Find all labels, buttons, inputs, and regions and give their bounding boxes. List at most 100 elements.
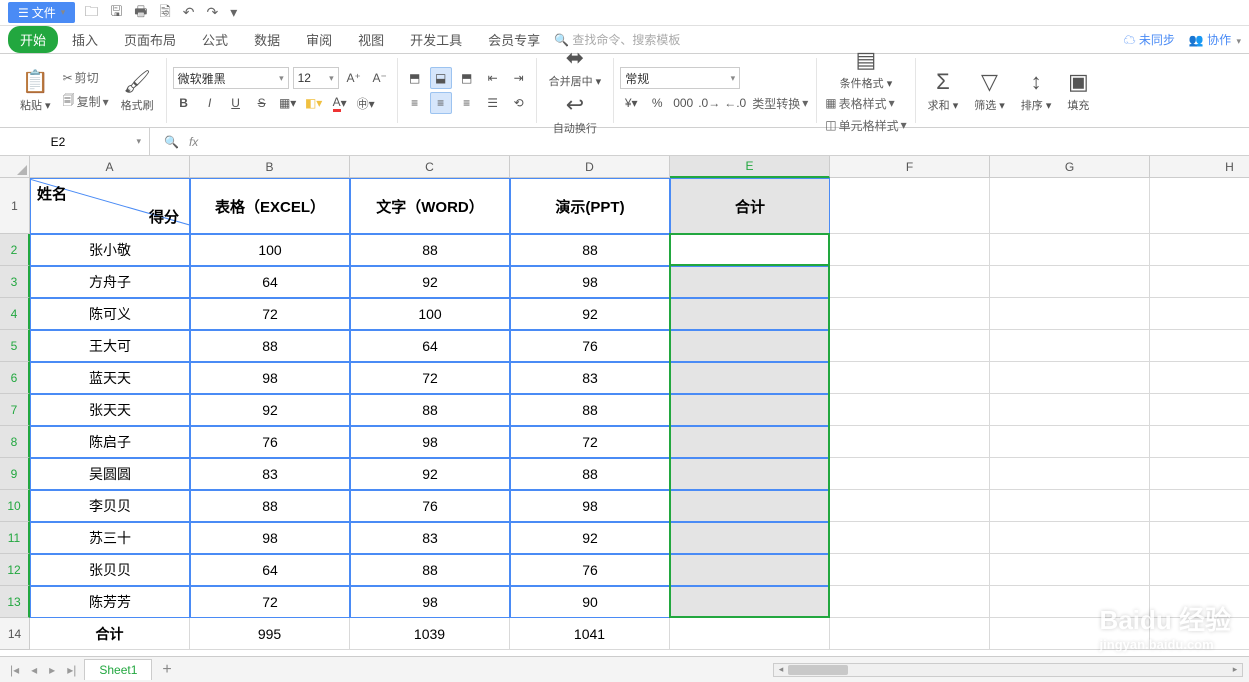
row-header-7[interactable]: 7 bbox=[0, 394, 30, 426]
cell-name[interactable]: 张天天 bbox=[30, 394, 190, 426]
border-icon[interactable]: ▦▾ bbox=[277, 92, 299, 114]
cell[interactable] bbox=[990, 458, 1150, 490]
currency-icon[interactable]: ¥▾ bbox=[620, 92, 642, 114]
qat-undo-icon[interactable]: ↶ bbox=[180, 4, 198, 21]
sheet-nav-last[interactable]: ▸| bbox=[63, 663, 80, 677]
cell-total[interactable] bbox=[670, 586, 830, 618]
cell[interactable] bbox=[1150, 586, 1249, 618]
cell[interactable] bbox=[1150, 554, 1249, 586]
cell[interactable] bbox=[990, 618, 1150, 650]
cell[interactable] bbox=[990, 266, 1150, 298]
fill-button[interactable]: ▣填充 bbox=[1061, 69, 1095, 113]
name-box-input[interactable] bbox=[8, 134, 108, 150]
cell[interactable] bbox=[1150, 266, 1249, 298]
cell-total-ppt[interactable]: 1041 bbox=[510, 618, 670, 650]
cell-name[interactable]: 陈启子 bbox=[30, 426, 190, 458]
font-size-combo[interactable]: 12▾ bbox=[293, 67, 339, 89]
cell-total[interactable] bbox=[670, 490, 830, 522]
row-header-3[interactable]: 3 bbox=[0, 266, 30, 298]
fx-icon[interactable]: fx bbox=[189, 135, 198, 149]
number-format-combo[interactable]: 常规▾ bbox=[620, 67, 740, 89]
cell[interactable] bbox=[830, 458, 990, 490]
row-header-5[interactable]: 5 bbox=[0, 330, 30, 362]
cell[interactable] bbox=[670, 618, 830, 650]
row-header-8[interactable]: 8 bbox=[0, 426, 30, 458]
add-sheet-button[interactable]: + bbox=[156, 661, 177, 679]
cell-excel[interactable]: 72 bbox=[190, 586, 350, 618]
sort-button[interactable]: ↕排序 ▾ bbox=[1015, 69, 1058, 113]
cell-ppt[interactable]: 88 bbox=[510, 458, 670, 490]
cell[interactable] bbox=[990, 298, 1150, 330]
cell-word[interactable]: 88 bbox=[350, 234, 510, 266]
conditional-format-button[interactable]: ▤条件格式 ▾ bbox=[823, 47, 908, 91]
increase-decimal-icon[interactable]: .0→ bbox=[698, 92, 720, 114]
cell[interactable] bbox=[990, 586, 1150, 618]
cell-total-word[interactable]: 1039 bbox=[350, 618, 510, 650]
align-top-icon[interactable]: ⬒ bbox=[404, 67, 426, 89]
sheet-nav-first[interactable]: |◂ bbox=[6, 663, 23, 677]
header-ppt[interactable]: 演示(PPT) bbox=[510, 178, 670, 234]
cell-word[interactable]: 100 bbox=[350, 298, 510, 330]
cell-total[interactable] bbox=[670, 522, 830, 554]
cut-button[interactable]: ✂ 剪切 bbox=[61, 68, 111, 87]
font-color-icon[interactable]: A▾ bbox=[329, 92, 351, 114]
col-header-F[interactable]: F bbox=[830, 156, 990, 178]
coop-button[interactable]: 👥 协作 ▾ bbox=[1189, 31, 1241, 48]
cell-ppt[interactable]: 76 bbox=[510, 330, 670, 362]
cell-word[interactable]: 92 bbox=[350, 266, 510, 298]
cell-name[interactable]: 张贝贝 bbox=[30, 554, 190, 586]
row-header-6[interactable]: 6 bbox=[0, 362, 30, 394]
cell[interactable] bbox=[830, 362, 990, 394]
cell[interactable] bbox=[990, 178, 1150, 234]
cell[interactable] bbox=[1150, 618, 1249, 650]
col-header-E[interactable]: E bbox=[670, 156, 830, 178]
cell[interactable] bbox=[830, 298, 990, 330]
cell[interactable] bbox=[1150, 298, 1249, 330]
orientation-icon[interactable]: ⟲ bbox=[508, 92, 530, 114]
qat-save-icon[interactable]: 🖫 bbox=[107, 1, 125, 25]
name-box[interactable]: ▾ bbox=[0, 128, 150, 155]
sheet-nav-next[interactable]: ▸ bbox=[45, 663, 59, 677]
paste-button[interactable]: 📋粘贴 ▾ bbox=[14, 69, 57, 113]
cell-ppt[interactable]: 92 bbox=[510, 522, 670, 554]
cell-total[interactable] bbox=[670, 362, 830, 394]
row-header-12[interactable]: 12 bbox=[0, 554, 30, 586]
row-header-11[interactable]: 11 bbox=[0, 522, 30, 554]
cell-total[interactable] bbox=[670, 234, 830, 266]
cell-word[interactable]: 88 bbox=[350, 554, 510, 586]
cell-excel[interactable]: 88 bbox=[190, 330, 350, 362]
bold-icon[interactable]: B bbox=[173, 92, 195, 114]
cell-total[interactable] bbox=[670, 554, 830, 586]
cell-excel[interactable]: 88 bbox=[190, 490, 350, 522]
cell-total[interactable] bbox=[670, 266, 830, 298]
cell[interactable] bbox=[830, 394, 990, 426]
increase-font-icon[interactable]: A⁺ bbox=[343, 67, 365, 89]
cell-name[interactable]: 王大可 bbox=[30, 330, 190, 362]
cell-word[interactable]: 98 bbox=[350, 426, 510, 458]
distribute-icon[interactable]: ☰ bbox=[482, 92, 504, 114]
cell-excel[interactable]: 98 bbox=[190, 522, 350, 554]
col-header-D[interactable]: D bbox=[510, 156, 670, 178]
cell[interactable] bbox=[830, 266, 990, 298]
cell[interactable] bbox=[830, 554, 990, 586]
align-right-icon[interactable]: ≡ bbox=[456, 92, 478, 114]
cell[interactable] bbox=[990, 330, 1150, 362]
table-style-button[interactable]: ▦ 表格样式 ▾ bbox=[823, 94, 908, 113]
cell-name[interactable]: 李贝贝 bbox=[30, 490, 190, 522]
cell[interactable] bbox=[830, 234, 990, 266]
col-header-B[interactable]: B bbox=[190, 156, 350, 178]
sum-button[interactable]: Σ求和 ▾ bbox=[922, 69, 965, 113]
zoom-icon[interactable]: 🔍 bbox=[164, 135, 179, 149]
cell[interactable] bbox=[990, 490, 1150, 522]
cell-ppt[interactable]: 98 bbox=[510, 266, 670, 298]
col-header-A[interactable]: A bbox=[30, 156, 190, 178]
phonetic-icon[interactable]: ㊥▾ bbox=[355, 92, 377, 114]
qat-more-icon[interactable]: ▾ bbox=[227, 4, 240, 21]
cell-word[interactable]: 64 bbox=[350, 330, 510, 362]
col-header-C[interactable]: C bbox=[350, 156, 510, 178]
decrease-font-icon[interactable]: A⁻ bbox=[369, 67, 391, 89]
cell-total[interactable] bbox=[670, 458, 830, 490]
select-all-corner[interactable] bbox=[0, 156, 30, 178]
cell-total[interactable] bbox=[670, 298, 830, 330]
italic-icon[interactable]: I bbox=[199, 92, 221, 114]
